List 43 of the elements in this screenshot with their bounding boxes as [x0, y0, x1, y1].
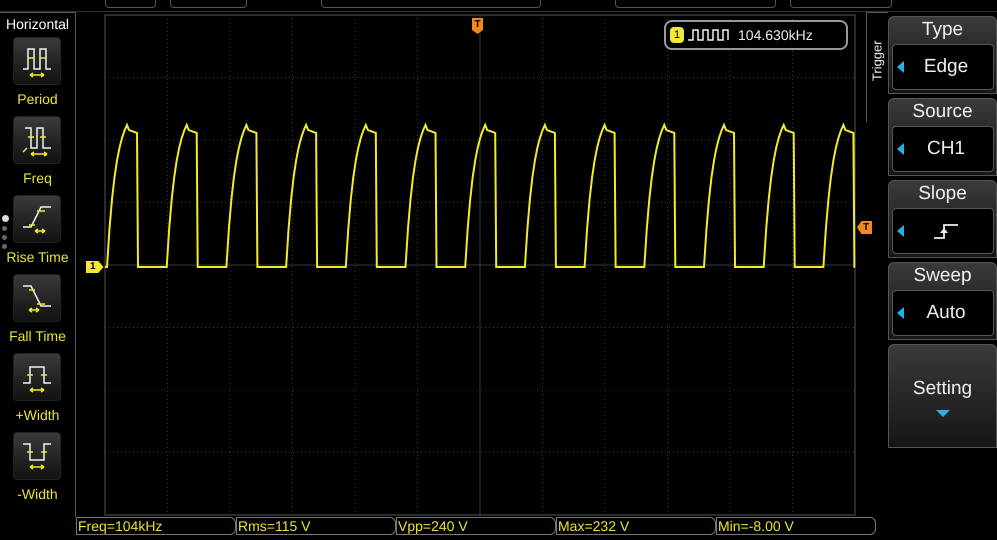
panel-title: Horizontal — [6, 15, 70, 33]
left-arrow-icon — [896, 307, 904, 319]
menu-title: Trigger — [868, 40, 886, 82]
measurement-readout: Max=232 V — [556, 517, 716, 535]
measurement-button[interactable] — [13, 432, 62, 480]
menu-softkey[interactable]: Setting — [888, 344, 997, 448]
down-arrow-icon — [936, 410, 950, 417]
measurement-readout: Freq=104kHz — [76, 517, 236, 535]
frequency-reading: 104.630kHz — [738, 26, 813, 44]
left-arrow-icon — [896, 225, 904, 237]
measurement-label: +Width — [16, 406, 60, 425]
menu-softkey[interactable]: Sweep Auto — [888, 262, 997, 340]
menu-softkey[interactable]: Source CH1 — [888, 98, 997, 176]
measurement-button[interactable] — [13, 274, 62, 322]
measurement-button[interactable] — [13, 37, 62, 85]
measurement-label: Period — [17, 90, 58, 109]
menu-label: Sweep — [913, 265, 972, 287]
menu-softkey[interactable]: Type Edge — [888, 16, 997, 94]
menu-label: Setting — [912, 377, 972, 402]
menu-value: CH1 — [926, 136, 965, 161]
menu-label: Type — [922, 19, 964, 41]
channel-marker[interactable]: 1 — [86, 261, 104, 273]
measurement-label: Freq — [23, 169, 52, 188]
measurement-button[interactable] — [13, 116, 62, 164]
trigger-position-marker[interactable]: T — [472, 18, 483, 34]
square-wave-icon — [688, 28, 730, 42]
trigger-level-marker[interactable]: T — [857, 221, 872, 234]
measurement-label: Rise Time — [6, 248, 69, 267]
measurement-button[interactable] — [13, 353, 62, 401]
measurement-readout: Rms=115 V — [236, 517, 396, 535]
measurement-button[interactable] — [13, 195, 62, 243]
left-arrow-icon — [896, 143, 904, 155]
menu-label: Slope — [918, 183, 967, 205]
menu-value: Edge — [924, 54, 968, 79]
measurement-label: Fall Time — [9, 327, 66, 346]
measurement-label: -Width — [17, 485, 58, 504]
measurement-readout: Vpp=240 V — [396, 517, 556, 535]
menu-label: Source — [912, 101, 973, 123]
measurement-readout: Min=-8.00 V — [716, 517, 876, 535]
menu-softkey[interactable]: Slope — [888, 180, 997, 258]
menu-value: Auto — [926, 300, 966, 325]
left-arrow-icon — [896, 61, 904, 73]
channel-badge: 1 — [670, 27, 684, 43]
